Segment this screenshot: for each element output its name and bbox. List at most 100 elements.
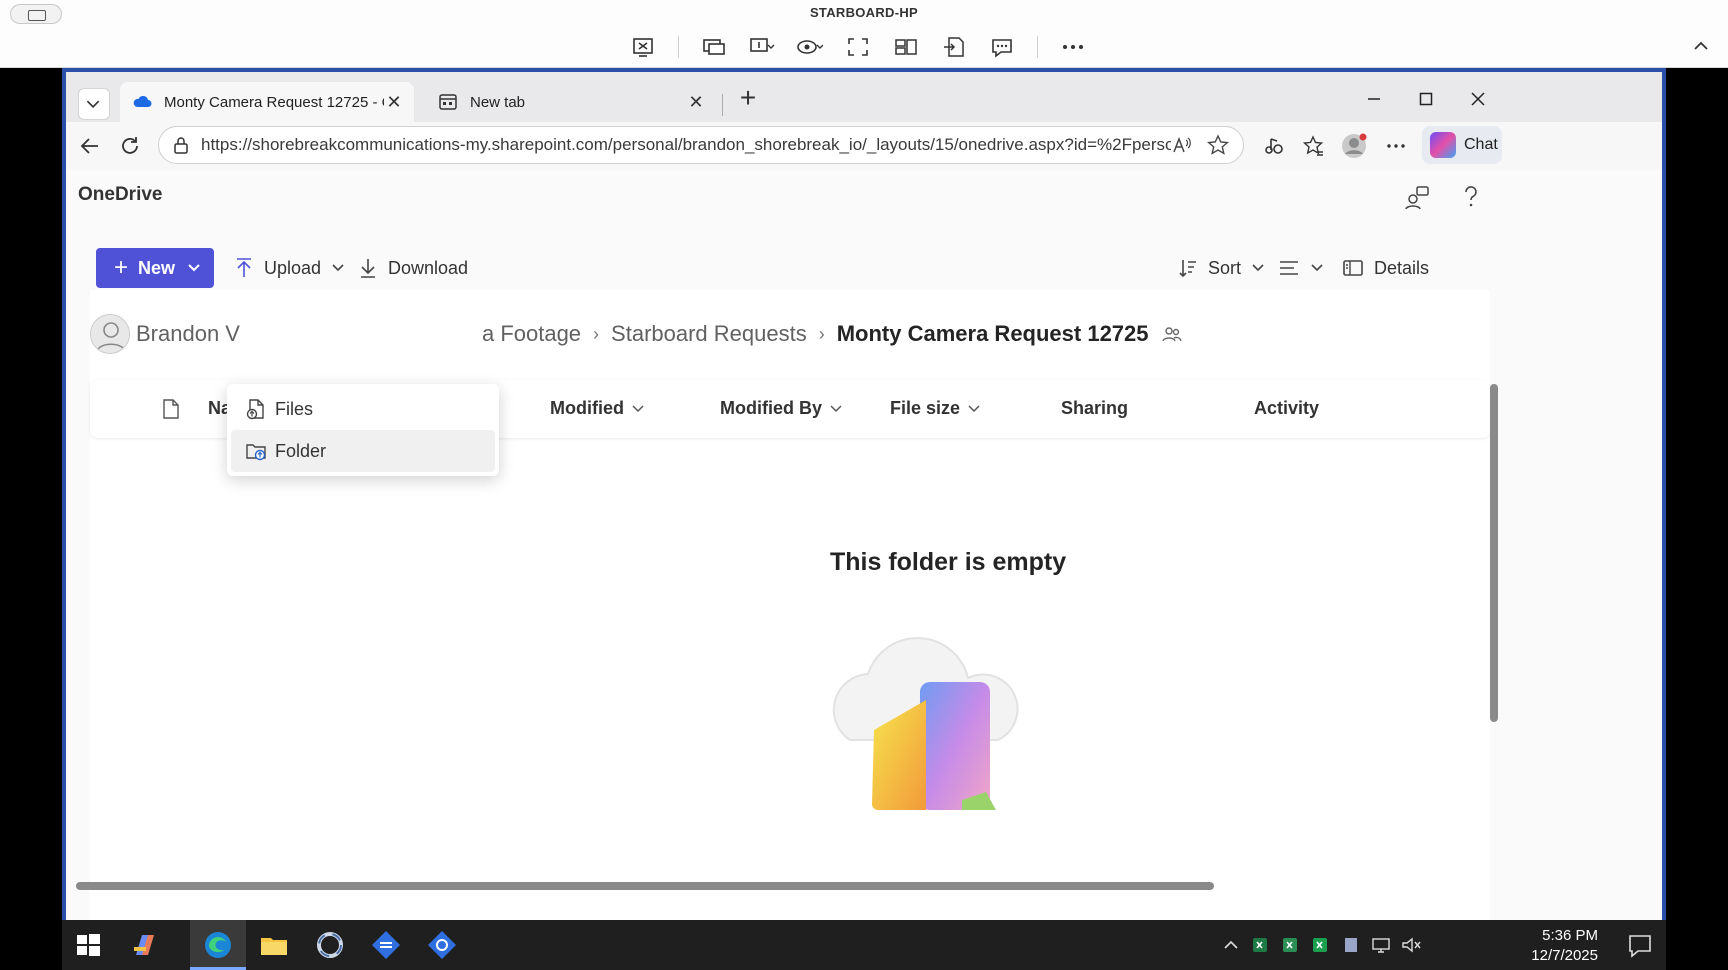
browser-window: Monty Camera Request 12725 - C ✕ New tab…	[62, 68, 1666, 924]
app-blue-diamond-icon[interactable]	[370, 929, 402, 961]
view-options-button[interactable]	[1278, 250, 1334, 286]
close-icon[interactable]: ✕	[384, 92, 404, 112]
app-settings-diamond-icon[interactable]	[426, 929, 458, 961]
tab-onedrive[interactable]: Monty Camera Request 12725 - C ✕	[120, 82, 414, 122]
disconnect-icon[interactable]	[630, 36, 656, 58]
plus-icon: +	[114, 254, 129, 281]
vertical-scrollbar[interactable]	[1490, 384, 1498, 722]
download-label: Download	[388, 257, 469, 278]
network-icon[interactable]	[1370, 935, 1392, 955]
help-icon[interactable]	[1456, 182, 1486, 212]
sort-button[interactable]: Sort	[1178, 250, 1275, 286]
favorite-star-icon[interactable]	[1207, 134, 1229, 156]
transfer-icon[interactable]	[941, 36, 967, 58]
tab-actions-button[interactable]	[78, 88, 110, 120]
breadcrumb-current-folder: Monty Camera Request 12725	[836, 321, 1149, 346]
profile-button[interactable]	[1338, 130, 1370, 162]
column-activity[interactable]: Activity	[1254, 398, 1319, 419]
address-url[interactable]: https://shorebreakcommunications-my.shar…	[201, 135, 1171, 155]
close-window-button[interactable]	[1458, 84, 1498, 114]
upload-files-menu-item[interactable]: Files	[231, 388, 495, 430]
command-bar: + New Upload Download Sort Details	[66, 240, 1662, 290]
column-file-size[interactable]: File size	[890, 398, 980, 419]
onedrive-app: OneDrive + New Upload Download Sort Deta…	[66, 170, 1662, 924]
monitors-icon[interactable]	[701, 36, 727, 58]
empty-folder-message: This folder is empty	[830, 548, 1067, 576]
profile-avatar-icon	[1342, 133, 1367, 158]
folder-upload-icon	[246, 444, 266, 461]
download-button[interactable]: Download	[358, 250, 468, 286]
chevron-down-icon	[188, 264, 200, 272]
breadcrumb-item-footage[interactable]: a Footage	[482, 321, 581, 347]
new-tab-button[interactable]: +	[734, 84, 762, 114]
avatar	[90, 314, 130, 354]
column-sharing[interactable]: Sharing	[1061, 398, 1128, 419]
favorites-icon	[1303, 135, 1324, 156]
address-bar[interactable]: https://shorebreakcommunications-my.shar…	[158, 126, 1244, 164]
close-icon[interactable]: ✕	[686, 92, 706, 112]
horizontal-scrollbar[interactable]	[76, 882, 1214, 890]
extensions-button[interactable]	[1258, 130, 1290, 162]
sort-label: Sort	[1208, 257, 1242, 278]
column-label: Sharing	[1061, 398, 1129, 418]
cortana-ring-icon[interactable]	[314, 929, 346, 961]
breadcrumb-item-starboard-requests[interactable]: Starboard Requests	[611, 321, 807, 347]
maximize-icon	[1419, 92, 1433, 106]
desktop-background-left	[0, 68, 62, 920]
start-icon[interactable]	[72, 929, 104, 961]
system-tray	[1220, 932, 1430, 958]
copilot-icon[interactable]	[128, 929, 160, 961]
upload-folder-menu-item[interactable]: Folder	[231, 430, 495, 472]
read-aloud-icon[interactable]	[1171, 134, 1193, 156]
windows-taskbar: 5:36 PM 12/7/2025	[62, 920, 1666, 970]
more-icon[interactable]	[1060, 36, 1086, 58]
shared-people-icon[interactable]	[1161, 324, 1183, 344]
upload-button[interactable]: Upload	[234, 250, 355, 286]
edge-icon[interactable]	[202, 929, 234, 961]
new-button[interactable]: + New	[96, 248, 214, 288]
chevron-right-icon: ›	[818, 323, 825, 344]
column-label: File size	[890, 398, 961, 418]
chat-bubble-icon[interactable]	[989, 36, 1015, 58]
excel-tray-icon[interactable]	[1310, 935, 1332, 955]
column-modified-by[interactable]: Modified By	[720, 398, 842, 419]
menu-item-label: Files	[275, 398, 314, 419]
chevron-right-icon: ›	[593, 323, 600, 344]
chevron-up-icon[interactable]	[1690, 38, 1712, 54]
chevron-up-icon[interactable]	[1220, 935, 1242, 955]
excel-tray-icon[interactable]	[1250, 935, 1272, 955]
document-tray-icon[interactable]	[1340, 935, 1362, 955]
desktop-background-right	[1666, 68, 1728, 920]
chevron-down-icon	[332, 264, 344, 272]
minimize-button[interactable]	[1354, 84, 1394, 114]
volume-muted-icon[interactable]	[1400, 935, 1422, 955]
file-type-icon[interactable]	[162, 398, 180, 420]
back-button[interactable]	[74, 130, 106, 162]
lock-icon[interactable]	[171, 135, 191, 155]
refresh-button[interactable]	[114, 130, 146, 162]
favorites-button[interactable]	[1298, 130, 1330, 162]
tab-new-tab[interactable]: New tab ✕	[426, 82, 716, 122]
fullscreen-icon[interactable]	[845, 36, 871, 58]
maximize-button[interactable]	[1406, 84, 1446, 114]
sort-icon	[1179, 260, 1196, 278]
fit-window-icon[interactable]	[893, 36, 919, 58]
new-tab-page-icon	[439, 94, 457, 110]
chat-label: Chat	[1464, 136, 1498, 153]
column-modified[interactable]: Modified	[550, 398, 644, 419]
app-title[interactable]: OneDrive	[78, 184, 162, 206]
view-icon[interactable]	[797, 36, 824, 58]
share-feedback-icon[interactable]	[1402, 182, 1432, 212]
details-button[interactable]: Details	[1342, 250, 1429, 286]
copilot-chat-button[interactable]: Chat	[1422, 126, 1502, 164]
display-select-icon[interactable]	[749, 36, 775, 58]
settings-more-button[interactable]	[1380, 130, 1412, 162]
close-icon	[1471, 92, 1485, 106]
excel-tray-icon[interactable]	[1280, 935, 1302, 955]
breadcrumb-item-root[interactable]: Brandon V	[136, 321, 240, 347]
onedrive-cloud-icon	[133, 95, 152, 107]
column-label: Modified	[550, 398, 624, 418]
file-explorer-icon[interactable]	[258, 929, 290, 961]
notification-icon[interactable]	[1624, 929, 1656, 961]
system-clock[interactable]: 5:36 PM 12/7/2025	[1520, 926, 1598, 966]
